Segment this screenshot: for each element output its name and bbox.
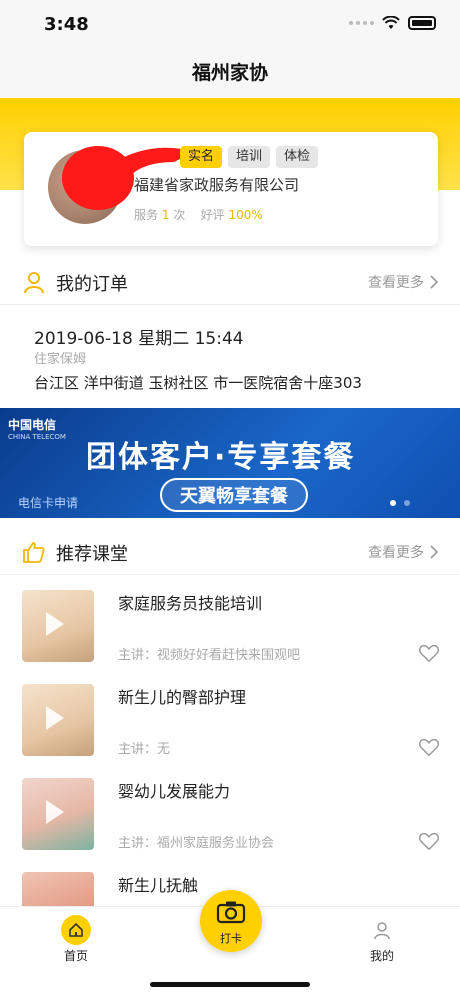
orders-more-label: 查看更多 [368, 275, 424, 291]
tab-me[interactable]: 我的 [342, 915, 422, 964]
banner-pill: 天翼畅享套餐 [160, 478, 308, 512]
course-speaker: 主讲：福州家庭服务业协会 [118, 836, 275, 851]
thumbs-up-icon [23, 542, 45, 563]
course-thumbnail [22, 872, 94, 906]
company-name: 福建省家政服务有限公司 [134, 176, 300, 194]
heart-icon[interactable] [418, 830, 440, 852]
user-icon [24, 272, 44, 294]
rating-value: 100% [228, 208, 263, 222]
status-bar: 3:48 [0, 0, 460, 48]
tag-verified: 实名 [180, 146, 223, 168]
courses-title: 推荐课堂 [56, 544, 128, 565]
page-title: 福州家协 [191, 62, 268, 84]
course-speaker: 主讲：视频好好看赶快来围观吧 [118, 648, 301, 663]
chevron-right-icon [430, 545, 438, 559]
tab-home[interactable]: 首页 [36, 915, 116, 964]
checkin-button[interactable]: 打卡 [200, 890, 262, 952]
courses-more-label: 查看更多 [368, 545, 424, 561]
service-label: 服务 [134, 208, 159, 222]
order-address: 台江区 洋中街道 玉树社区 市一医院宿舍十座303 [34, 374, 362, 392]
service-unit: 次 [173, 208, 186, 222]
banner-note: 电信卡申请 [18, 496, 79, 510]
carousel-indicator [390, 500, 410, 506]
rating-label: 好评 [200, 208, 225, 222]
course-name: 婴幼儿发展能力 [118, 782, 231, 801]
course-speaker: 主讲：无 [118, 742, 171, 757]
signal-icon [349, 21, 374, 25]
telecom-logo: 中国电信 CHINA TELECOM [8, 418, 66, 441]
courses-header: 推荐课堂 查看更多 [0, 528, 460, 576]
orders-title: 我的订单 [56, 274, 128, 295]
course-item[interactable]: 新生儿的臀部护理 主讲：无 [0, 684, 460, 776]
heart-icon[interactable] [418, 736, 440, 758]
orders-header: 我的订单 查看更多 [0, 258, 460, 306]
play-icon [46, 612, 64, 636]
play-icon [46, 706, 64, 730]
course-thumbnail [22, 778, 94, 850]
tag-health-check: 体检 [276, 146, 319, 168]
profile-stats: 服务 1 次 好评 100% [134, 206, 263, 223]
divider [0, 304, 460, 305]
chevron-right-icon [430, 275, 438, 289]
course-item[interactable]: 婴幼儿发展能力 主讲：福州家庭服务业协会 [0, 778, 460, 870]
profile-tags: 实名 培训 体检 [180, 146, 319, 168]
divider [0, 574, 460, 575]
home-icon [61, 915, 91, 945]
service-count: 1 [161, 208, 170, 222]
status-time: 3:48 [44, 14, 89, 35]
wifi-icon [382, 16, 400, 29]
nav-bar: 福州家协 [0, 48, 460, 98]
status-icons [349, 16, 436, 30]
course-name: 家庭服务员技能培训 [118, 594, 263, 613]
checkin-label: 打卡 [220, 932, 242, 945]
tab-me-label: 我的 [369, 949, 394, 963]
play-icon [46, 800, 64, 824]
course-thumbnail [22, 684, 94, 756]
order-type: 住家保姆 [34, 352, 87, 367]
orders-more-link[interactable]: 查看更多 [368, 272, 438, 292]
home-indicator [150, 982, 310, 987]
heart-icon[interactable] [418, 642, 440, 664]
course-item[interactable]: 家庭服务员技能培训 主讲：视频好好看赶快来围观吧 [0, 590, 460, 682]
promo-banner[interactable]: 中国电信 CHINA TELECOM 团体客户·专享套餐 天翼畅享套餐 电信卡申… [0, 408, 460, 518]
tab-home-label: 首页 [63, 949, 88, 963]
banner-headline: 团体客户·专享套餐 [86, 440, 356, 475]
camera-icon [216, 901, 246, 924]
person-icon [367, 915, 397, 945]
order-datetime: 2019-06-18 星期二 15:44 [34, 329, 244, 349]
course-name: 新生儿抚触 [118, 876, 199, 895]
course-name: 新生儿的臀部护理 [118, 688, 247, 707]
course-thumbnail [22, 590, 94, 662]
battery-icon [408, 16, 436, 30]
courses-more-link[interactable]: 查看更多 [368, 542, 438, 562]
tag-trained: 培训 [228, 146, 271, 168]
